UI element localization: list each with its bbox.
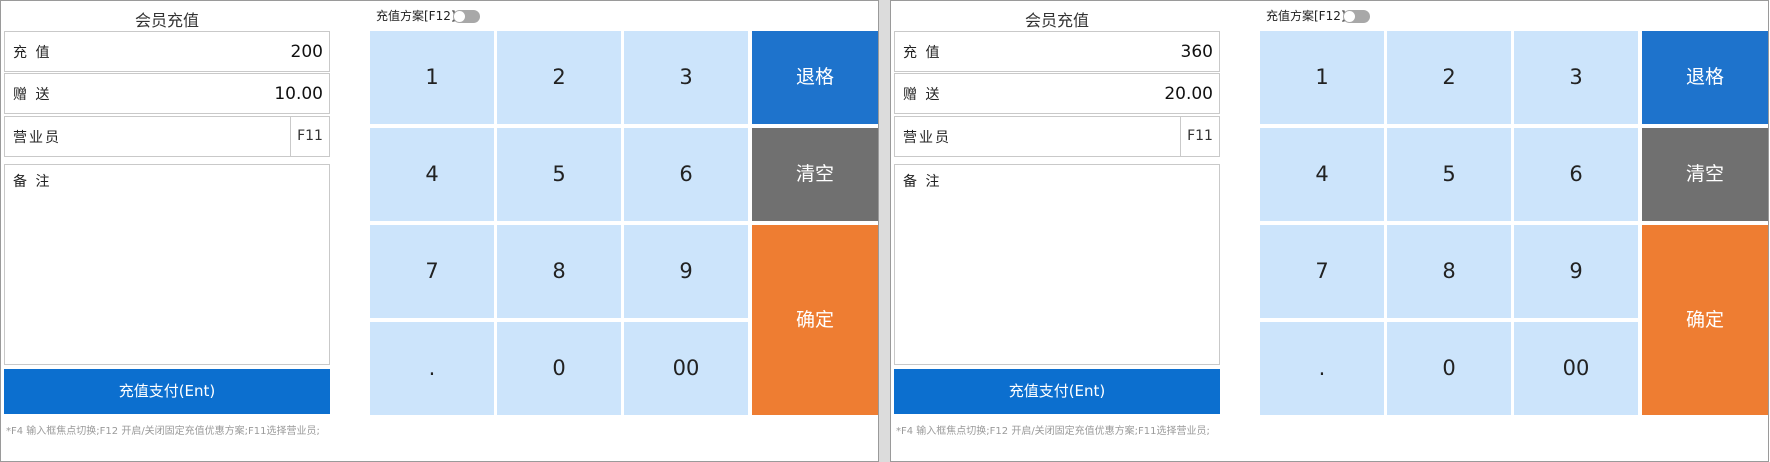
recharge-pay-button[interactable]: 充值支付(Ent) [894,369,1220,414]
key-3[interactable]: 3 [1514,31,1638,124]
gift-value: 20.00 [1164,84,1213,104]
remark-label: 备 注 [903,174,942,190]
recharge-panel-left: 会员充值 充 值 200 赠 送 10.00 营业员 F11 备 注 充值支付(… [0,0,879,462]
panel-title: 会员充值 [1024,11,1089,30]
backspace-button[interactable]: 退格 [1642,31,1768,124]
recharge-label: 充 值 [13,45,52,61]
key-8[interactable]: 8 [497,225,621,318]
key-4[interactable]: 4 [1260,128,1384,221]
backspace-button[interactable]: 退格 [752,31,878,124]
shortcut-hint: *F4 输入框焦点切换;F12 开启/关闭固定充值优惠方案;F11选择营业员; [896,426,1210,437]
gift-amount-field[interactable]: 赠 送 10.00 [4,73,330,114]
recharge-pay-button[interactable]: 充值支付(Ent) [4,369,330,414]
recharge-scheme-label: 充值方案[F12] [376,9,456,23]
key-8[interactable]: 8 [1387,225,1511,318]
toggle-knob [454,11,465,22]
recharge-value: 360 [1180,42,1213,62]
employee-label: 营业员 [903,130,951,146]
recharge-value: 200 [290,42,323,62]
gift-label: 赠 送 [13,87,52,103]
remark-textarea[interactable]: 备 注 [4,164,330,365]
key-2[interactable]: 2 [497,31,621,124]
gift-amount-field[interactable]: 赠 送 20.00 [894,73,1220,114]
recharge-scheme-label: 充值方案[F12] [1266,9,1346,23]
recharge-amount-field[interactable]: 充 值 360 [894,31,1220,72]
key-dot[interactable]: . [370,322,494,415]
toggle-switch-icon[interactable] [1343,10,1370,23]
shortcut-hint: *F4 输入框焦点切换;F12 开启/关闭固定充值优惠方案;F11选择营业员; [6,426,320,437]
remark-label: 备 注 [13,174,52,190]
clear-button[interactable]: 清空 [1642,128,1768,221]
key-7[interactable]: 7 [1260,225,1384,318]
key-7[interactable]: 7 [370,225,494,318]
panel-divider [879,0,890,462]
key-5[interactable]: 5 [1387,128,1511,221]
toggle-switch-icon[interactable] [453,10,480,23]
key-dot[interactable]: . [1260,322,1384,415]
toggle-knob [1344,11,1355,22]
key-4[interactable]: 4 [370,128,494,221]
recharge-panel-right: 会员充值 充 值 360 赠 送 20.00 营业员 F11 备 注 充值支付(… [890,0,1769,462]
employee-select-key[interactable]: F11 [290,117,329,156]
panel-title: 会员充值 [134,11,199,30]
key-1[interactable]: 1 [1260,31,1384,124]
recharge-amount-field[interactable]: 充 值 200 [4,31,330,72]
key-6[interactable]: 6 [1514,128,1638,221]
key-9[interactable]: 9 [1514,225,1638,318]
key-5[interactable]: 5 [497,128,621,221]
key-00[interactable]: 00 [624,322,748,415]
confirm-button[interactable]: 确定 [1642,225,1768,415]
gift-value: 10.00 [274,84,323,104]
key-0[interactable]: 0 [1387,322,1511,415]
key-9[interactable]: 9 [624,225,748,318]
remark-textarea[interactable]: 备 注 [894,164,1220,365]
key-00[interactable]: 00 [1514,322,1638,415]
key-3[interactable]: 3 [624,31,748,124]
clear-button[interactable]: 清空 [752,128,878,221]
key-0[interactable]: 0 [497,322,621,415]
employee-label: 营业员 [13,130,61,146]
key-2[interactable]: 2 [1387,31,1511,124]
confirm-button[interactable]: 确定 [752,225,878,415]
key-1[interactable]: 1 [370,31,494,124]
key-6[interactable]: 6 [624,128,748,221]
gift-label: 赠 送 [903,87,942,103]
employee-select-key[interactable]: F11 [1180,117,1219,156]
employee-field[interactable]: 营业员 F11 [4,116,330,157]
recharge-label: 充 值 [903,45,942,61]
employee-field[interactable]: 营业员 F11 [894,116,1220,157]
